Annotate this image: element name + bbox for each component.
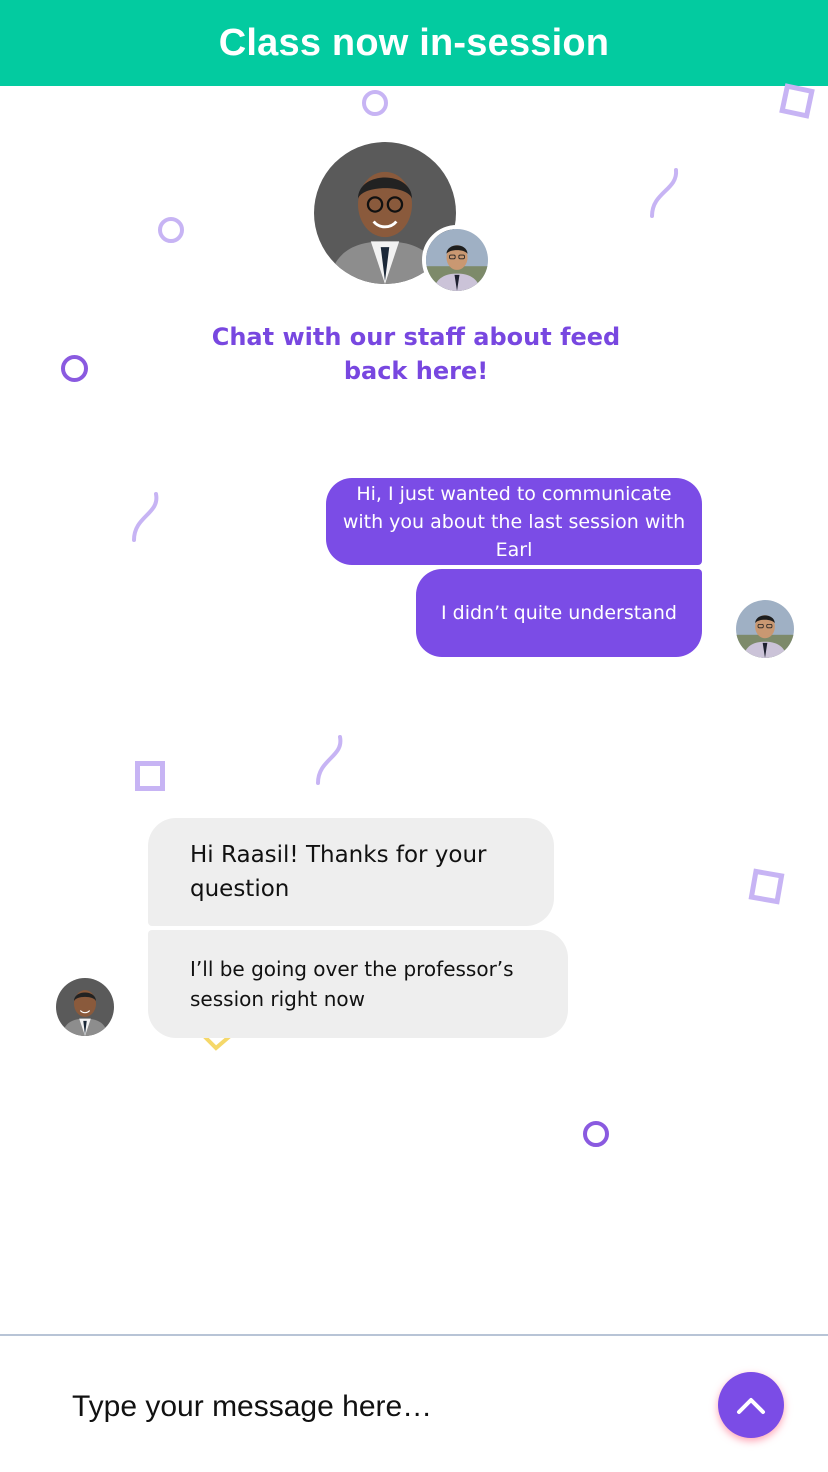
decor-ring bbox=[61, 355, 88, 382]
outgoing-message: Hi, I just wanted to communicate with yo… bbox=[326, 478, 702, 565]
outgoing-message: I didn’t quite understand bbox=[416, 569, 702, 657]
message-text: I’ll be going over the professor’s sessi… bbox=[190, 957, 514, 1011]
send-button[interactable] bbox=[718, 1372, 784, 1438]
incoming-message: I’ll be going over the professor’s sessi… bbox=[148, 930, 568, 1038]
decor-square bbox=[135, 761, 165, 791]
decor-square bbox=[779, 83, 815, 119]
decor-ring bbox=[158, 217, 184, 243]
decor-ring bbox=[362, 90, 388, 116]
chevron-up-icon bbox=[737, 1398, 765, 1414]
app-header: Class now in-session bbox=[0, 0, 828, 86]
hero-caption: Chat with our staff about feed back here… bbox=[211, 323, 621, 385]
incoming-message: Hi Raasil! Thanks for your question bbox=[148, 818, 554, 926]
user-avatar-small bbox=[422, 225, 492, 295]
message-text: Hi, I just wanted to communicate with yo… bbox=[342, 482, 686, 561]
decor-squiggle bbox=[316, 735, 343, 785]
user-avatar bbox=[736, 600, 794, 658]
decor-squiggle bbox=[650, 168, 679, 218]
message-input[interactable] bbox=[60, 1380, 680, 1434]
decor-squiggle bbox=[132, 492, 159, 542]
staff-avatar bbox=[56, 978, 114, 1036]
page-title: Class now in-session bbox=[218, 21, 610, 64]
message-text: Hi Raasil! Thanks for your question bbox=[190, 842, 487, 902]
decor-ring bbox=[583, 1121, 609, 1147]
decor-square bbox=[748, 868, 785, 905]
composer-divider bbox=[0, 1334, 828, 1336]
message-text: I didn’t quite understand bbox=[441, 602, 677, 624]
